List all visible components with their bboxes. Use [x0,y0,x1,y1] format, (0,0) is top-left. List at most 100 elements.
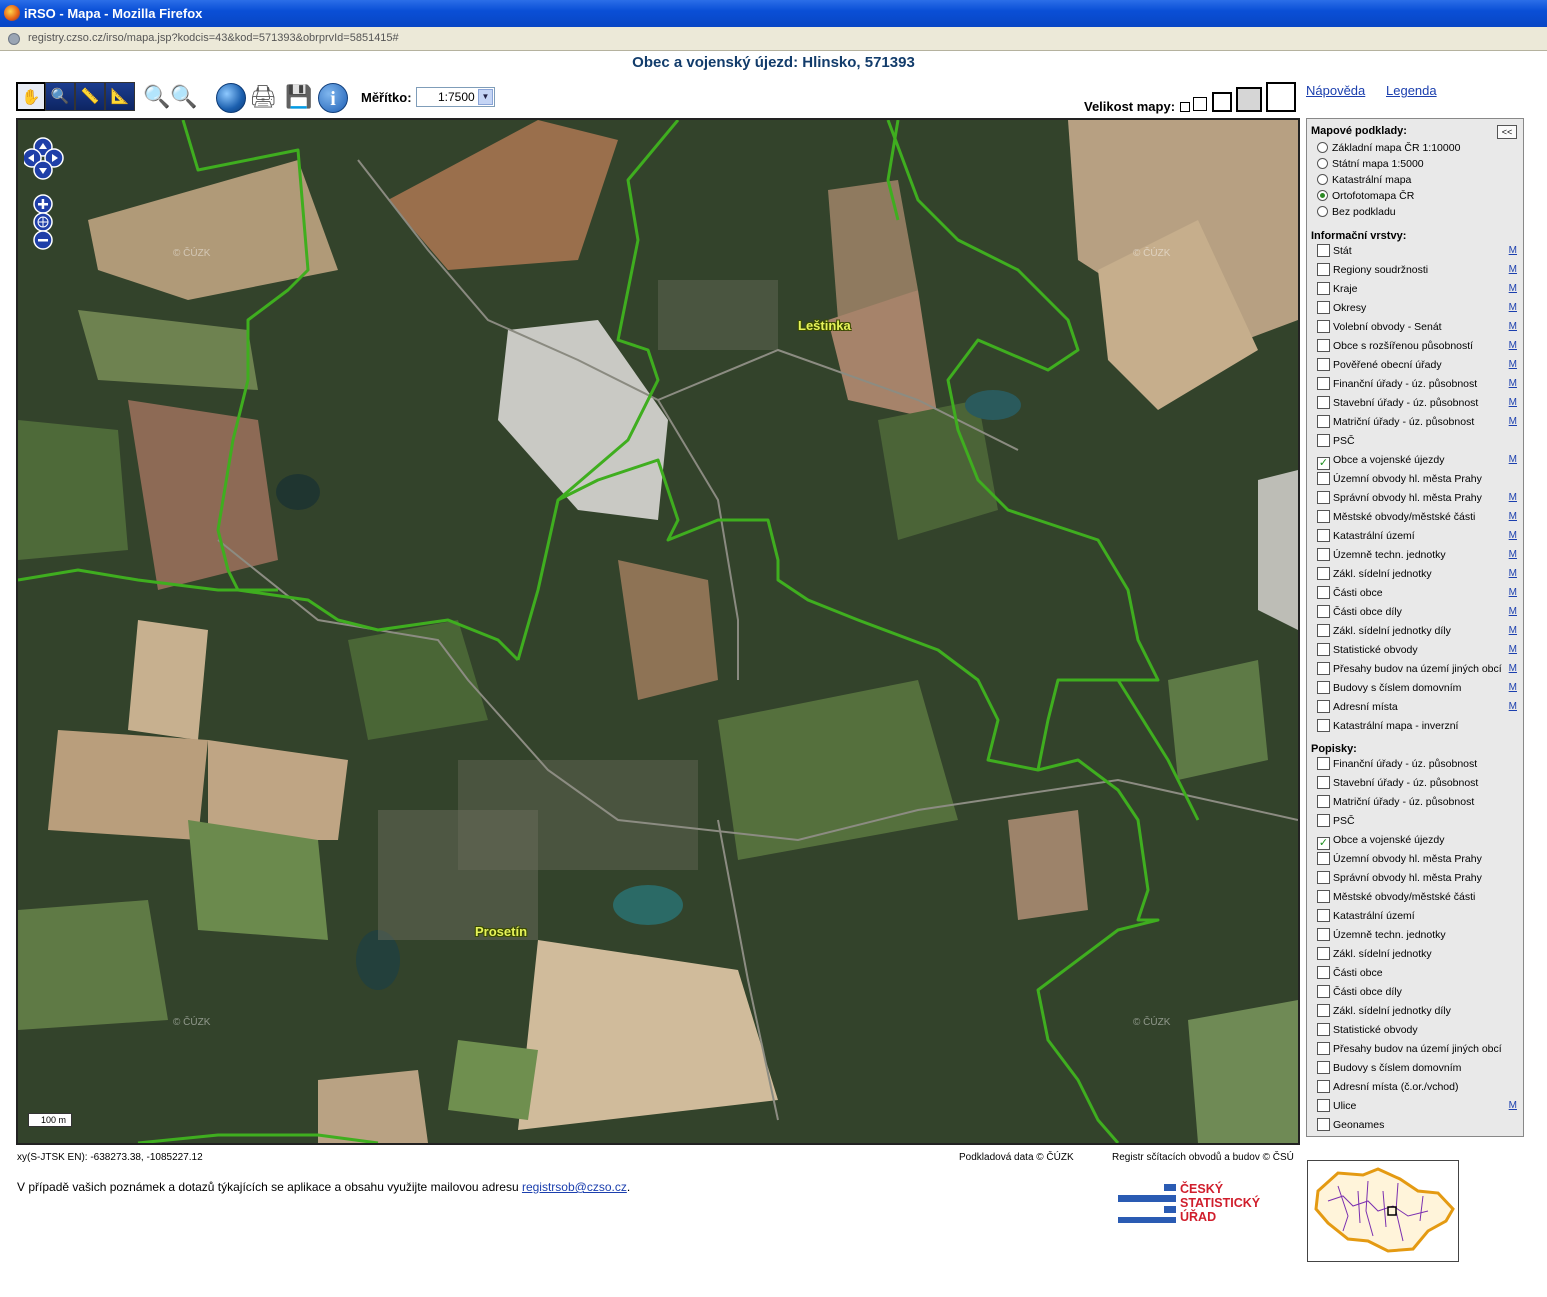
layer-mestske-obvody-mestske-casti[interactable]: Městské obvody/městské části M [1317,509,1521,525]
metadata-link[interactable]: M [1509,509,1517,525]
map-size-xs-button[interactable] [1180,102,1190,112]
metadata-link[interactable]: M [1509,490,1517,506]
checkbox[interactable] [1317,320,1330,333]
metadata-link[interactable]: M [1509,319,1517,335]
layer-katastralni-mapa-inverzni[interactable]: Katastrální mapa - inverzní [1317,718,1521,734]
label-layer-obce-a-vojenske-ujezdy[interactable]: ✓ Obce a vojenské újezdy [1317,832,1521,850]
layer-statisticke-obvody[interactable]: Statistické obvody M [1317,642,1521,658]
metadata-link[interactable]: M [1509,338,1517,354]
checkbox[interactable] [1317,301,1330,314]
checkbox[interactable] [1317,491,1330,504]
layer-presahy-budov-na-uzemi-jinych-obci[interactable]: Přesahy budov na území jiných obcí M [1317,661,1521,677]
basemap-radio[interactable] [1317,174,1328,185]
measure-distance-tool[interactable]: 📏 [75,82,105,111]
layer-kraje[interactable]: Kraje M [1317,281,1521,297]
scale-select[interactable]: 1:7500 ▼ [416,87,495,107]
checkbox[interactable] [1317,1042,1330,1055]
checkbox[interactable] [1317,567,1330,580]
metadata-link[interactable]: M [1509,262,1517,278]
pan-hand-tool[interactable]: ✋ [16,82,46,111]
help-link[interactable]: Nápověda [1306,83,1365,98]
checkbox[interactable] [1317,548,1330,561]
metadata-link[interactable]: M [1509,395,1517,411]
basemap-option-ortofotomapa-cr[interactable]: Ortofotomapa ČR [1317,188,1521,204]
overview-map[interactable] [1307,1160,1459,1262]
checkbox[interactable] [1317,719,1330,732]
layer-stavebni-urady-uz-pusobnost[interactable]: Stavební úřady - úz. působnost M [1317,395,1521,411]
checkbox[interactable] [1317,1061,1330,1074]
checkbox[interactable]: ✓ [1317,837,1330,850]
label-layer-spravni-obvody-hl-mesta-prahy[interactable]: Správní obvody hl. města Prahy [1317,870,1521,886]
checkbox[interactable] [1317,681,1330,694]
label-layer-katastralni-uzemi[interactable]: Katastrální území [1317,908,1521,924]
layer-uzemni-obvody-hl-mesta-prahy[interactable]: Územní obvody hl. města Prahy [1317,471,1521,487]
label-layer-zakl-sidelni-jednotky[interactable]: Zákl. sídelní jednotky [1317,946,1521,962]
metadata-link[interactable]: M [1509,642,1517,658]
map-canvas[interactable]: Leštinka Prosetín © ČÚZK © ČÚZK © ČÚZK ©… [16,118,1300,1145]
chevron-down-icon[interactable]: ▼ [478,89,493,105]
layer-okresy[interactable]: Okresy M [1317,300,1521,316]
metadata-link[interactable]: M [1509,661,1517,677]
basemap-option-zakladni-mapa-cr-1-10000[interactable]: Základní mapa ČR 1:10000 [1317,140,1521,156]
label-layer-psc[interactable]: PSČ [1317,813,1521,829]
map-size-xl-button[interactable] [1266,82,1296,112]
checkbox[interactable] [1317,1118,1330,1131]
label-layer-stavebni-urady-uz-pusobnost[interactable]: Stavební úřady - úz. působnost [1317,775,1521,791]
print-icon[interactable]: 🖨 [248,83,278,111]
layer-obce-s-rozsirenou-pusobnosti[interactable]: Obce s rozšířenou působností M [1317,338,1521,354]
basemap-radio[interactable] [1317,142,1328,153]
checkbox[interactable] [1317,890,1330,903]
checkbox[interactable] [1317,1004,1330,1017]
save-icon[interactable]: 💾 [284,83,314,111]
metadata-link[interactable]: M [1509,585,1517,601]
label-layer-ulice[interactable]: Ulice M [1317,1098,1521,1114]
metadata-link[interactable]: M [1509,623,1517,639]
label-layer-uzemne-techn-jednotky[interactable]: Územně techn. jednotky [1317,927,1521,943]
label-layer-presahy-budov-na-uzemi-jinych-obci[interactable]: Přesahy budov na území jiných obcí [1317,1041,1521,1057]
basemap-radio[interactable] [1317,158,1328,169]
label-layer-zakl-sidelni-jednotky-dily[interactable]: Zákl. sídelní jednotky díly [1317,1003,1521,1019]
label-layer-casti-obce[interactable]: Části obce [1317,965,1521,981]
checkbox[interactable] [1317,1023,1330,1036]
checkbox[interactable] [1317,643,1330,656]
layer-spravni-obvody-hl-mesta-prahy[interactable]: Správní obvody hl. města Prahy M [1317,490,1521,506]
checkbox[interactable] [1317,966,1330,979]
label-layer-uzemni-obvody-hl-mesta-prahy[interactable]: Územní obvody hl. města Prahy [1317,851,1521,867]
checkbox[interactable] [1317,757,1330,770]
full-extent-globe-icon[interactable] [216,83,246,113]
basemap-option-statni-mapa-1-5000[interactable]: Státní mapa 1:5000 [1317,156,1521,172]
checkbox[interactable] [1317,339,1330,352]
checkbox[interactable] [1317,1099,1330,1112]
metadata-link[interactable]: M [1509,604,1517,620]
checkbox[interactable] [1317,434,1330,447]
checkbox[interactable] [1317,472,1330,485]
checkbox[interactable] [1317,700,1330,713]
label-layer-statisticke-obvody[interactable]: Statistické obvody [1317,1022,1521,1038]
layer-adresni-mista[interactable]: Adresní místa M [1317,699,1521,715]
checkbox[interactable] [1317,624,1330,637]
metadata-link[interactable]: M [1509,566,1517,582]
checkbox[interactable] [1317,852,1330,865]
basemap-option-bez-podkladu[interactable]: Bez podkladu [1317,204,1521,220]
layer-psc[interactable]: PSČ [1317,433,1521,449]
layer-budovy-s-cislem-domovnim[interactable]: Budovy s číslem domovním M [1317,680,1521,696]
checkbox[interactable] [1317,282,1330,295]
basemap-option-katastralni-mapa[interactable]: Katastrální mapa [1317,172,1521,188]
url-text[interactable]: registry.czso.cz/irso/mapa.jsp?kodcis=43… [28,32,399,44]
checkbox[interactable] [1317,795,1330,808]
checkbox[interactable] [1317,909,1330,922]
basemap-radio[interactable] [1317,206,1328,217]
label-layer-financni-urady-uz-pusobnost[interactable]: Finanční úřady - úz. působnost [1317,756,1521,772]
collapse-panel-button[interactable]: << [1497,125,1517,139]
checkbox[interactable] [1317,377,1330,390]
metadata-link[interactable]: M [1509,376,1517,392]
layer-matricni-urady-uz-pusobnost[interactable]: Matriční úřady - úz. působnost M [1317,414,1521,430]
metadata-link[interactable]: M [1509,547,1517,563]
metadata-link[interactable]: M [1509,243,1517,259]
metadata-link[interactable]: M [1509,680,1517,696]
layer-zakl-sidelni-jednotky-dily[interactable]: Zákl. sídelní jednotky díly M [1317,623,1521,639]
layer-casti-obce[interactable]: Části obce M [1317,585,1521,601]
checkbox[interactable] [1317,985,1330,998]
label-layer-geonames[interactable]: Geonames [1317,1117,1521,1133]
checkbox[interactable] [1317,586,1330,599]
